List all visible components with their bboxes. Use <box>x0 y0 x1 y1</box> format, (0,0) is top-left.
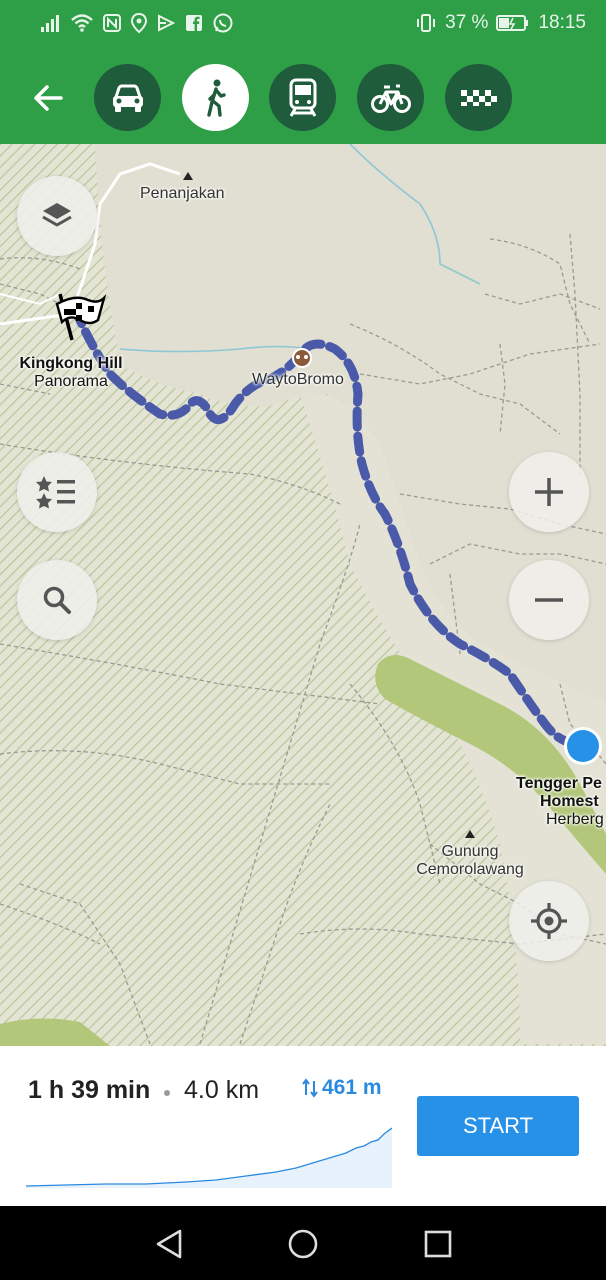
elevation-arrows-icon <box>302 1078 318 1098</box>
map-label-line: Tengger Pe <box>516 775 602 792</box>
wifi-icon <box>71 14 93 32</box>
map-label-line: Panorama <box>34 373 108 390</box>
send-icon <box>158 14 176 32</box>
layers-button[interactable] <box>17 176 97 256</box>
search-button[interactable] <box>17 560 97 640</box>
battery-percent: 37 % <box>445 12 489 33</box>
signal-icon <box>41 15 59 32</box>
triangle-back-icon <box>156 1229 182 1259</box>
map-view[interactable]: Penanjakan Kingkong Hill Panorama WaytoB… <box>0 144 606 1046</box>
arrow-back-icon <box>34 85 63 111</box>
mode-pedestrian-button[interactable] <box>182 64 249 131</box>
mode-transit-button[interactable] <box>269 64 336 131</box>
map-label-line: Kingkong Hill <box>19 355 123 372</box>
map-label-line: Gunung <box>441 843 499 860</box>
map-label-tengger: Tengger Pe Homest Herberg <box>516 775 604 829</box>
map-label-kingkong-hill: Kingkong Hill Panorama <box>16 355 126 391</box>
mode-taxi-button[interactable] <box>445 64 512 131</box>
circle-home-icon <box>288 1229 318 1259</box>
nav-back-button[interactable] <box>152 1226 188 1262</box>
separator-dot <box>164 1090 170 1096</box>
nav-home-button[interactable] <box>285 1226 321 1262</box>
vibrate-icon <box>417 14 436 32</box>
map-label-gunung-cemorolawang: Gunung Cemorolawang <box>410 843 530 879</box>
battery-icon <box>496 15 529 31</box>
bicycle-icon <box>370 84 411 113</box>
taxi-icon <box>460 89 497 106</box>
start-button[interactable]: START <box>417 1096 579 1156</box>
nfc-icon <box>103 14 121 32</box>
minus-icon <box>535 598 563 602</box>
mode-car-button[interactable] <box>94 64 161 131</box>
walk-icon <box>206 79 226 117</box>
nav-recents-button[interactable] <box>420 1226 456 1262</box>
plus-icon <box>535 478 563 506</box>
status-bar: 37 % 18:15 <box>0 0 606 50</box>
facebook-icon <box>186 15 202 31</box>
map-label-waytobromo: WaytoBromo <box>252 371 344 388</box>
route-distance: 4.0 km <box>184 1076 260 1104</box>
starred-list-icon <box>36 476 75 509</box>
whatsapp-icon <box>213 13 233 33</box>
route-mode-bar <box>0 50 606 144</box>
mode-bicycle-button[interactable] <box>357 64 424 131</box>
elevation-gain[interactable]: 461 m <box>302 1076 382 1100</box>
train-icon <box>289 78 316 117</box>
square-recents-icon <box>424 1230 452 1258</box>
route-summary-panel: 1 h 39 min 4.0 km 461 m START <box>0 1046 606 1206</box>
map-label-line: Herberg <box>546 811 604 828</box>
map-label-penanjakan: Penanjakan <box>140 185 225 202</box>
car-icon <box>112 84 143 112</box>
elevation-profile-chart[interactable] <box>26 1124 392 1188</box>
bookmarks-button[interactable] <box>17 452 97 532</box>
zoom-out-button[interactable] <box>509 560 589 640</box>
map-label-line: Homest <box>540 793 599 810</box>
back-button[interactable] <box>28 78 68 118</box>
location-icon <box>130 12 148 34</box>
map-label-line: Cemorolawang <box>416 861 524 878</box>
layers-icon <box>42 203 72 227</box>
system-nav-bar <box>0 1206 606 1280</box>
zoom-in-button[interactable] <box>509 452 589 532</box>
crosshair-icon <box>531 903 567 939</box>
clock: 18:15 <box>538 12 586 33</box>
search-icon <box>43 586 71 614</box>
my-location-button[interactable] <box>509 881 589 961</box>
elevation-value: 461 m <box>322 1076 382 1099</box>
route-duration: 1 h 39 min <box>28 1076 151 1104</box>
